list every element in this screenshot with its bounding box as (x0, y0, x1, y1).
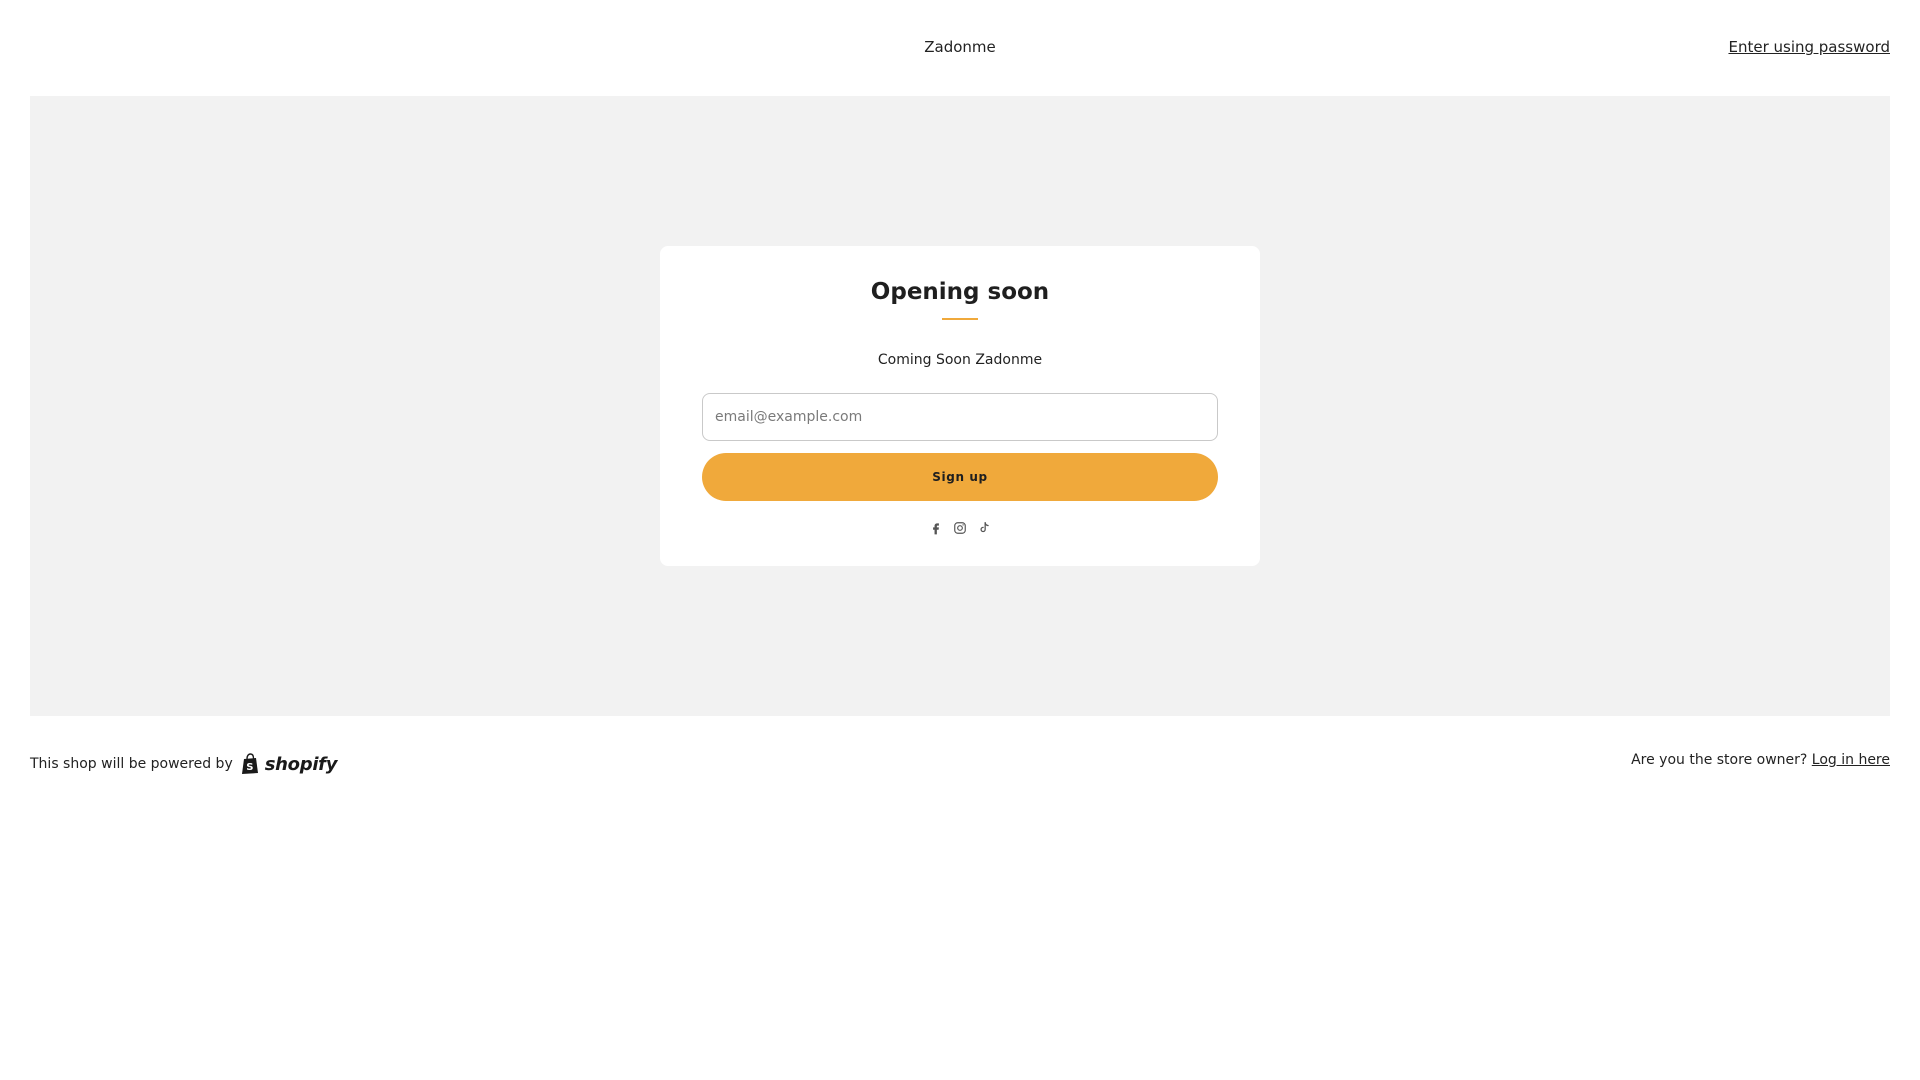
header: Zadonme Enter using password (0, 0, 1920, 96)
shopify-logo[interactable]: S shopify (241, 753, 337, 775)
tiktok-icon[interactable] (977, 521, 991, 535)
store-owner-login: Are you the store owner? Log in here (1631, 751, 1890, 769)
newsletter-card: Opening soon Coming Soon Zadonme Sign up (660, 246, 1260, 566)
store-name: Zadonme (924, 38, 996, 56)
card-subtitle: Coming Soon Zadonme (877, 352, 1043, 368)
svg-text:S: S (246, 762, 253, 773)
title-divider (942, 318, 978, 320)
email-field[interactable] (702, 393, 1218, 441)
sign-up-button[interactable]: Sign up (702, 453, 1218, 501)
instagram-icon[interactable] (953, 521, 967, 535)
facebook-icon[interactable] (929, 521, 943, 535)
powered-by: This shop will be powered by S shopify (30, 753, 337, 775)
enter-using-password-link[interactable]: Enter using password (1728, 38, 1890, 56)
shopify-bag-icon: S (241, 753, 258, 774)
owner-question: Are you the store owner? (1631, 752, 1808, 768)
social-links (660, 521, 1260, 537)
shopify-wordmark: shopify (264, 753, 338, 775)
log-in-here-link[interactable]: Log in here (1812, 752, 1890, 768)
hero-section: Opening soon Coming Soon Zadonme Sign up (30, 96, 1890, 716)
powered-by-text: This shop will be powered by (30, 756, 233, 772)
page-title: Opening soon (870, 279, 1050, 305)
